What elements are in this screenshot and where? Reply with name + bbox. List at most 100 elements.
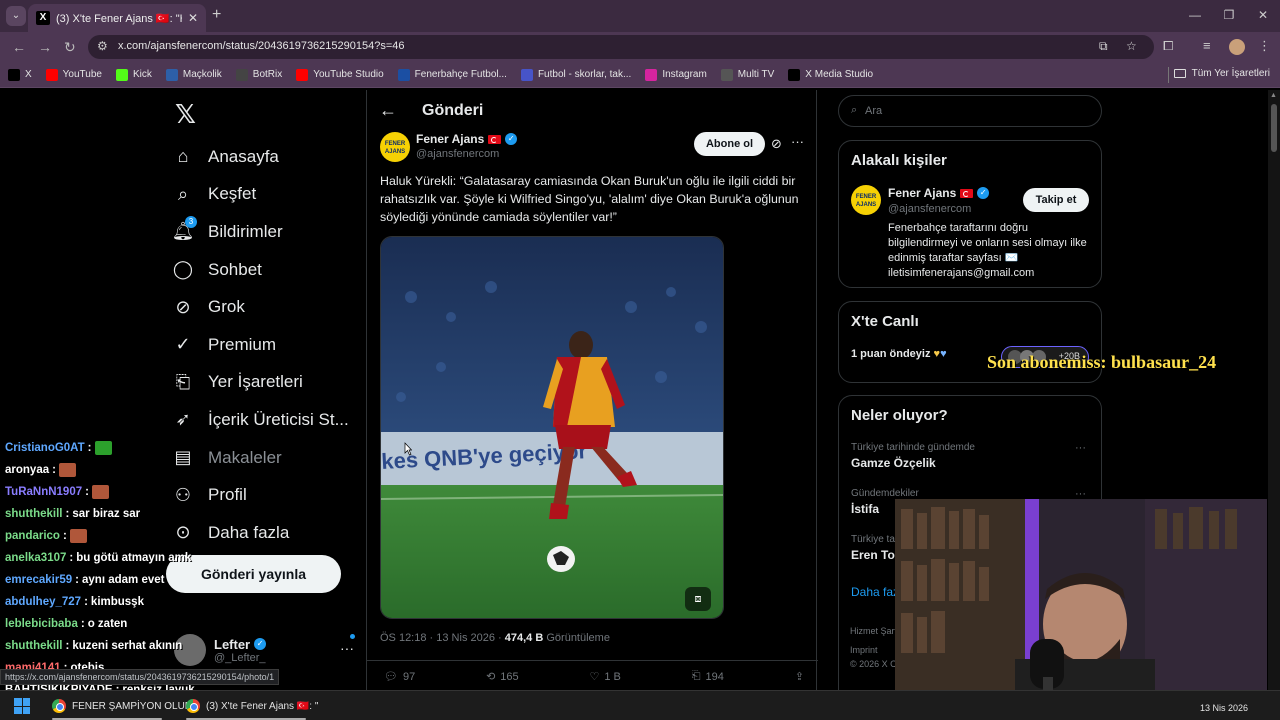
forward-arrow-icon[interactable]: → (38, 39, 52, 55)
post-date[interactable]: 13 Nis 2026 (436, 632, 495, 644)
post-time[interactable]: ÖS 12:18 (380, 632, 426, 644)
x-logo-icon[interactable]: 𝕏 (175, 100, 196, 130)
bookmark-label: Kick (132, 69, 152, 80)
page-scrollbar[interactable]: ▲ (1268, 90, 1280, 694)
bookmark-item[interactable]: X (8, 68, 32, 81)
profile-avatar[interactable] (1229, 39, 1245, 55)
sidebar-item-2[interactable]: ⌕ Keşfet (172, 176, 349, 214)
close-window-button[interactable]: ✕ (1246, 0, 1280, 32)
footer-link[interactable]: Hizmet Şart (850, 626, 897, 636)
footer-link[interactable]: Imprint (850, 645, 878, 655)
chat-message: shutthekill: kuzeni serhat akının (0, 635, 230, 657)
chat-username: leblebicibaba (5, 618, 78, 630)
bookmark-label: X Media Studio (805, 69, 874, 80)
repost-icon: ⟲ (486, 671, 496, 683)
media-controls-icon[interactable]: ≡ (1203, 38, 1211, 53)
image-edit-icon[interactable]: ⧈ (685, 587, 711, 611)
trends-title: Neler oluyor? (851, 407, 948, 424)
account-more-icon[interactable]: ··· (340, 640, 354, 656)
live-text[interactable]: 1 puan öndeyiz ♥♥ (851, 348, 947, 360)
taskbar-app-label: (3) X'te Fener Ajans 🇹🇷: " (206, 700, 319, 712)
search-input[interactable]: ⌕ Ara (838, 95, 1102, 127)
subscribe-button[interactable]: Abone ol (694, 132, 765, 156)
show-more-link[interactable]: Daha faz (851, 585, 899, 599)
bookmark-item[interactable]: YouTube (45, 68, 102, 81)
bookmark-item[interactable]: YouTube Studio (296, 68, 384, 81)
install-app-icon[interactable]: ⧉ (1099, 39, 1108, 54)
sidebar-item-8[interactable]: ➶ İçerik Üreticisi St... (172, 401, 348, 439)
turkey-flag-icon (960, 188, 974, 198)
bookmark-item[interactable]: Kick (115, 68, 152, 81)
reply-button[interactable]: 💬︎ 97 (384, 670, 415, 684)
search-placeholder: Ara (865, 105, 883, 117)
heart-icon: ♡ (589, 671, 600, 683)
all-bookmarks-button[interactable]: Tüm Yer İşaretleri (1173, 68, 1270, 79)
trend-title[interactable]: Gamze Özçelik (851, 456, 936, 470)
reload-icon[interactable]: ↻ (64, 39, 76, 56)
extensions-icon[interactable]: ⧠ (1163, 38, 1173, 54)
bookmark-item[interactable]: Instagram (645, 68, 707, 81)
sidebar-item-6[interactable]: ✓ Premium (172, 326, 349, 364)
tab-search-button[interactable]: ⌄ (6, 6, 26, 26)
site-info-icon[interactable]: ⚙ (97, 39, 108, 53)
sidebar-item-5[interactable]: ⊘ Grok (172, 288, 349, 326)
related-handle[interactable]: @ajansfenercom (888, 203, 971, 215)
sidebar-item-3[interactable]: 🔔︎ 3 Bildirimler (172, 213, 349, 251)
live-title: X'te Canlı (851, 313, 919, 330)
scroll-up-icon[interactable]: ▲ (1270, 92, 1277, 99)
premium-icon: ✓ (175, 334, 191, 355)
like-button[interactable]: ♡ 1 B (589, 670, 620, 684)
chrome-menu-icon[interactable]: ⋮ (1258, 38, 1271, 54)
trend-more-icon[interactable]: ··· (1075, 442, 1086, 454)
chat-text: aynı adam evet (82, 574, 165, 586)
repost-button[interactable]: ⟲ 165 (486, 670, 519, 684)
bookmark-item[interactable]: BotRix (235, 68, 282, 81)
bookmark-item[interactable]: Fenerbahçe Futbol... (397, 68, 507, 81)
sidebar-item-label: Premium (208, 334, 277, 354)
trend-title[interactable]: İstifa (851, 502, 879, 516)
sidebar-item-label: Yer İşaretleri (208, 372, 303, 392)
bookmark-button[interactable]: ⎗ 194 (692, 670, 724, 683)
back-arrow-icon[interactable]: ← (12, 39, 26, 55)
tab-close-icon[interactable]: ✕ (188, 11, 198, 25)
url-text[interactable]: x.com/ajansfenercom/status/2043619736215… (118, 40, 405, 52)
back-arrow-icon[interactable]: ← (379, 100, 397, 121)
windows-start-icon[interactable] (14, 698, 30, 714)
sidebar-item-4[interactable]: ◯ Sohbet (172, 251, 349, 289)
restore-button[interactable]: ❐ (1212, 0, 1246, 32)
grok-icon[interactable]: ⊘ (771, 136, 782, 152)
bookmark-star-icon[interactable]: ☆ (1126, 39, 1137, 53)
related-avatar[interactable]: FENER AJANS (851, 185, 881, 215)
more-options-icon[interactable]: ··· (791, 134, 804, 149)
sidebar-item-label: Sohbet (208, 259, 262, 279)
share-button[interactable]: ⇪ (795, 670, 804, 683)
bookmark-item[interactable]: Futbol - skorlar, tak... (520, 68, 631, 81)
follow-button[interactable]: Takip et (1023, 188, 1089, 212)
trend-title[interactable]: Eren Toz (851, 548, 901, 562)
minimize-button[interactable]: — (1178, 0, 1212, 32)
taskbar-app-chrome-2[interactable]: (3) X'te Fener Ajans 🇹🇷: " (182, 695, 322, 717)
author-avatar[interactable]: FENER AJANS (380, 132, 410, 162)
post-author[interactable]: FENER AJANS Fener Ajans ✓ @ajansfenercom (380, 132, 518, 162)
author-handle[interactable]: @ajansfenercom (416, 148, 517, 160)
x-favicon-icon: X (36, 11, 50, 25)
scrollbar-thumb[interactable] (1271, 104, 1277, 152)
bookmark-item[interactable]: Maçkolik (165, 68, 222, 81)
author-name[interactable]: Fener Ajans (416, 132, 484, 146)
new-tab-button[interactable]: + (212, 6, 221, 24)
bookmark-item[interactable]: X Media Studio (788, 68, 874, 81)
active-tab[interactable]: X (3) X'te Fener Ajans 🇹🇷: "Haluk Y ✕ (28, 4, 206, 32)
related-name[interactable]: Fener Ajans (888, 186, 956, 200)
webcam-feed (895, 499, 1267, 695)
live-text-label: 1 puan öndeyiz (851, 348, 931, 360)
post-image[interactable]: erkes QNB'ye geçiyor (380, 236, 724, 619)
omnibox[interactable]: ⚙ x.com/ajansfenercom/status/20436197362… (88, 35, 1154, 59)
taskbar-app-chrome-1[interactable]: FENER ŞAMPİYON OLUR (48, 695, 196, 717)
sidebar-item-7[interactable]: ⎗ Yer İşaretleri (172, 364, 349, 402)
chat-text: o zaten (87, 618, 128, 630)
bookmark-item[interactable]: Multi TV (720, 68, 774, 81)
sidebar-item-1[interactable]: ⌂ Anasayfa (172, 138, 349, 176)
bookmark-label: Maçkolik (182, 69, 222, 80)
chat-separator: : (65, 508, 70, 520)
chat-message: TuRaNnN1907: (0, 481, 230, 503)
